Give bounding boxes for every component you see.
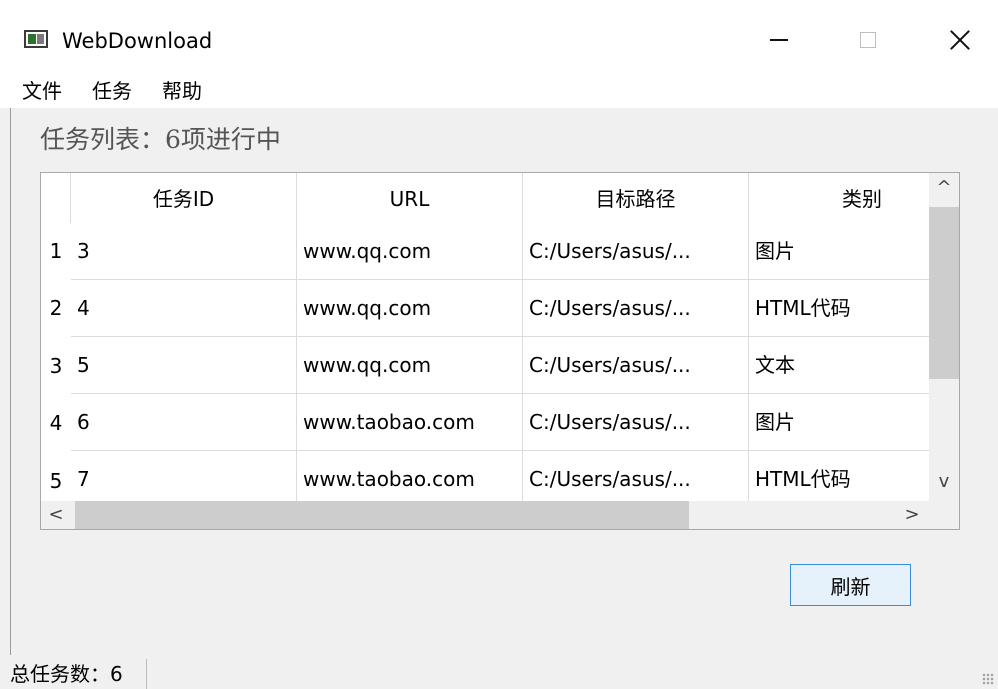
horizontal-scrollbar[interactable]: < > — [41, 501, 929, 529]
row-header-column: 1 2 3 4 5 — [41, 173, 71, 501]
row-header-4[interactable]: 4 — [41, 395, 71, 451]
horizontal-scroll-thumb[interactable] — [75, 501, 689, 529]
column-header-task-id[interactable]: 任务ID — [71, 173, 297, 223]
table-cell-id[interactable]: 5 — [71, 337, 297, 394]
table-cell-id[interactable]: 6 — [71, 394, 297, 451]
menu-bar: 文件 任务 帮助 — [0, 70, 998, 108]
vertical-scrollbar[interactable]: ^ v — [929, 173, 959, 501]
row-header-1[interactable]: 1 — [41, 223, 71, 279]
table-cell-path[interactable]: C:/Users/asus/... — [523, 280, 749, 337]
table-cell-category[interactable]: 图片 — [749, 394, 929, 451]
table-cell-path[interactable]: C:/Users/asus/... — [523, 451, 749, 501]
scroll-up-icon[interactable]: ^ — [929, 173, 959, 203]
close-button[interactable] — [937, 20, 983, 60]
minimize-icon — [770, 39, 788, 41]
maximize-button[interactable] — [845, 20, 891, 60]
table-cell-url[interactable]: www.qq.com — [297, 280, 523, 337]
size-grip-icon[interactable] — [982, 673, 994, 685]
menu-help[interactable]: 帮助 — [162, 78, 202, 104]
table-header: 任务ID URL 目标路径 类别 — [71, 173, 959, 223]
table-cell-id[interactable]: 4 — [71, 280, 297, 337]
scroll-left-icon[interactable]: < — [41, 501, 71, 529]
table-cell-path[interactable]: C:/Users/asus/... — [523, 394, 749, 451]
table-cell-url[interactable]: www.taobao.com — [297, 394, 523, 451]
column-header-url[interactable]: URL — [297, 173, 523, 223]
table-corner[interactable] — [41, 173, 71, 223]
total-tasks-status: 总任务数：6 — [10, 662, 123, 686]
task-list-title: 任务列表：6项进行中 — [40, 125, 281, 154]
close-icon — [949, 29, 971, 51]
refresh-button[interactable]: 刷新 — [790, 564, 911, 606]
status-bar: 总任务数：6 — [0, 655, 998, 689]
table-cell-category[interactable]: HTML代码 — [749, 280, 929, 337]
scrollbar-corner — [929, 501, 959, 529]
scroll-down-icon[interactable]: v — [929, 467, 959, 497]
table-cell-path[interactable]: C:/Users/asus/... — [523, 223, 749, 280]
table-cell-path[interactable]: C:/Users/asus/... — [523, 337, 749, 394]
scroll-right-icon[interactable]: > — [897, 501, 927, 529]
minimize-button[interactable] — [756, 20, 802, 60]
table-cell-id[interactable]: 3 — [71, 223, 297, 280]
table-cell-url[interactable]: www.qq.com — [297, 337, 523, 394]
app-window-icon — [24, 30, 48, 48]
table-cell-id[interactable]: 7 — [71, 451, 297, 501]
table-cell-category[interactable]: 文本 — [749, 337, 929, 394]
row-header-3[interactable]: 3 — [41, 338, 71, 394]
window-title: WebDownload — [62, 29, 213, 53]
task-table: 1 2 3 4 5 任务ID URL 目标路径 类别 3 www.qq.com … — [40, 172, 960, 530]
table-cell-category[interactable]: HTML代码 — [749, 451, 929, 501]
title-bar[interactable]: WebDownload — [0, 0, 998, 70]
menu-file[interactable]: 文件 — [22, 78, 62, 104]
table-cell-category[interactable]: 图片 — [749, 223, 929, 280]
table-cell-url[interactable]: www.qq.com — [297, 223, 523, 280]
row-header-2[interactable]: 2 — [41, 280, 71, 336]
status-separator — [146, 659, 147, 689]
maximize-icon — [860, 32, 876, 48]
menu-task[interactable]: 任务 — [92, 78, 132, 104]
vertical-scroll-thumb[interactable] — [929, 207, 959, 379]
column-header-target-path[interactable]: 目标路径 — [523, 173, 749, 223]
main-window: WebDownload 文件 任务 帮助 任务列表：6项进行中 1 2 3 4 … — [0, 0, 998, 689]
window-left-edge — [10, 10, 11, 689]
table-cell-url[interactable]: www.taobao.com — [297, 451, 523, 501]
